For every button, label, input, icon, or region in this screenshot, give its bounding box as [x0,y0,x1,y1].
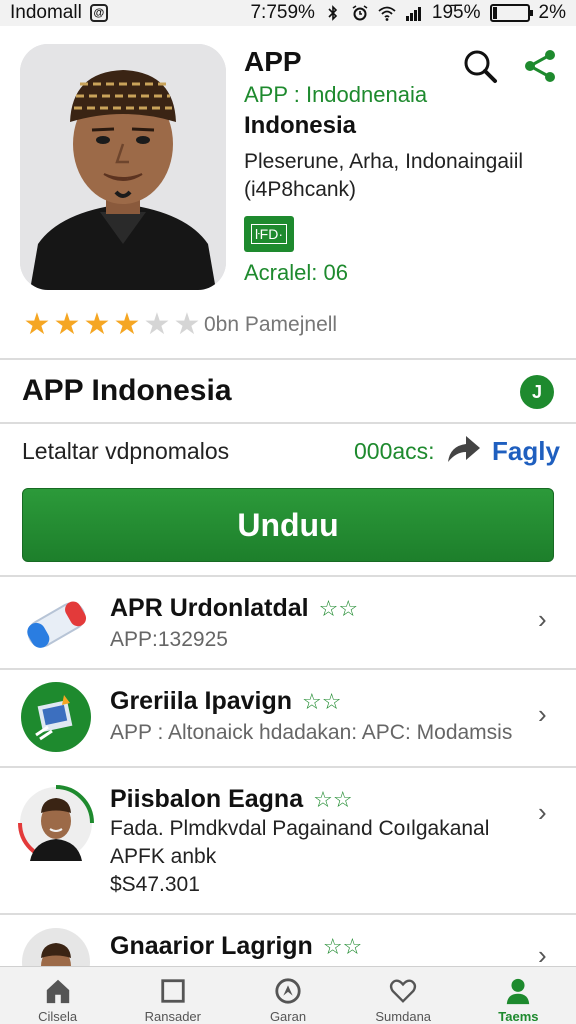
rating-stars: ★ ★ ★ ★ ★ ★ [22,310,202,340]
star-empty-icon: ★ [173,308,201,341]
chevron-right-icon: › [538,604,547,634]
list-item[interactable]: Greriila Ipavign ☆☆ APP : Altonaick hdada… [0,671,576,766]
list-item-stars: ☆☆ [302,689,342,714]
section-title: APP Indonesia [22,374,232,407]
status-signal-text: 19̄5% [431,2,481,23]
status-time: 7:759% [250,2,315,23]
divider [0,358,576,360]
info-link[interactable]: Fagly [492,436,560,467]
share-icon [525,50,555,82]
star-empty-icon: ★ [143,308,171,341]
nav-item-person[interactable]: Taems [461,967,576,1024]
nav-item-home[interactable]: Cilsela [0,967,115,1024]
compass-icon [275,978,301,1004]
app-country: Indonesia [244,112,357,139]
bottom-nav: Cilsela Ransader Garan Sumdana Taems [0,966,576,1024]
list-item-title: APR Urdonlatdal ☆☆ [110,594,358,623]
info-label: Letaltar vdpnomalos [22,438,230,464]
avatar-icon [22,928,90,966]
list-item[interactable]: Piisbalon Eagna ☆☆ Fada. Plmdkvdal Pagain… [0,769,576,913]
app-tag-text: ŀFD· [251,224,287,244]
list-item[interactable]: APR Urdonlatdal ☆☆ APP:132925 › [0,578,576,668]
list-item-stars: ☆☆ [318,596,359,621]
divider [0,913,576,915]
download-button[interactable]: Unduu [22,488,554,562]
info-count: 000acs: [354,438,435,464]
nav-item-heart[interactable]: Sumdana [346,967,461,1024]
list-item-title-text: Piisbalon Eagna [110,785,304,813]
app-description: Pleserune, Arha, Indonaingaiil (i4P8hcan… [244,150,524,201]
battery-fill [492,7,497,19]
list-item-title: Piisbalon Eagna ☆☆ [110,785,353,814]
nav-label: Cilsela [38,1009,78,1024]
list-item-title-text: Greriila Ipavign [110,687,293,715]
status-bar: Indomall @ 7:759% 19̄5% 2% [0,0,576,26]
wifi-icon [378,6,396,21]
app-photo [20,44,226,290]
signal-icon [405,7,421,21]
battery-icon [489,4,533,22]
nav-label: Taems [498,1009,539,1024]
divider [0,422,576,424]
rating-text: 0bn Pamejnell [204,313,338,336]
nav-label: Ransader [144,1009,201,1024]
pill-capsule-icon [27,601,87,648]
nav-label: Sumdana [375,1009,432,1024]
star-filled-icon: ★ [83,308,111,341]
person-icon [507,978,530,1005]
list-item-title-text: APR Urdonlatdal [110,594,309,622]
app-tag-badge: ŀFD· [244,216,294,252]
list-item-stars: ☆☆ [322,934,363,959]
search-icon [464,50,497,83]
alarm-icon [352,5,368,21]
share-button[interactable] [520,46,560,86]
app-subtitle: APP : Indodnenaia [244,82,428,107]
star-filled-icon: ★ [113,308,141,341]
list-item-subtitle: Fada. Plmdkvdal Pagainand Coılgakanal [110,817,490,840]
divider [0,575,576,577]
list-item-subtitle: APFK anbk [110,845,217,868]
app-meta: Acralel: 06 [244,260,348,285]
chevron-right-icon: › [538,797,547,827]
forward-arrow-icon [448,436,480,462]
list-item-stars: ☆☆ [313,787,353,812]
bluetooth-icon [328,5,338,21]
heart-icon [390,979,417,1003]
list-item-price: $S47.301 [110,873,200,896]
nav-label: Garan [269,1009,307,1024]
chevron-right-icon: › [538,699,547,729]
chevron-right-icon: › [538,940,547,966]
list-item-subtitle: APP : Altonaick hdadakan: APC: Modamsis [110,721,513,744]
notification-app-icon: @ [89,4,108,22]
search-button[interactable] [460,46,500,86]
nav-item-compass[interactable]: Garan [230,967,345,1024]
list-item-title: Greriila Ipavign ☆☆ [110,687,341,716]
square-icon [161,979,185,1003]
divider [0,668,576,670]
star-filled-icon: ★ [23,308,51,341]
home-icon [46,979,69,1004]
section-badge-icon[interactable]: J [520,375,554,409]
rating: ★ ★ ★ ★ ★ ★ 0bn Pamejnell [22,310,338,340]
app-header: APP APP : Indodnenaia Indonesia Pleserun… [0,26,576,358]
app-title: APP [244,46,302,77]
person-photo-illustration [20,44,226,290]
divider [0,766,576,768]
list-item-title-text: Gnaarior Lagrign [110,932,313,960]
battery-text: 2% [538,2,566,23]
list-item[interactable]: Gnaarior Lagrign ☆☆ › [0,916,576,966]
nav-item-square[interactable]: Ransader [115,967,230,1024]
list-item-title: Gnaarior Lagrign ☆☆ [110,932,362,961]
document-badge-icon [21,682,91,752]
list-item-subtitle: APP:132925 [110,628,228,651]
star-filled-icon: ★ [53,308,81,341]
avatar-progress-icon [18,785,94,861]
status-app-name: Indomall [10,2,82,23]
